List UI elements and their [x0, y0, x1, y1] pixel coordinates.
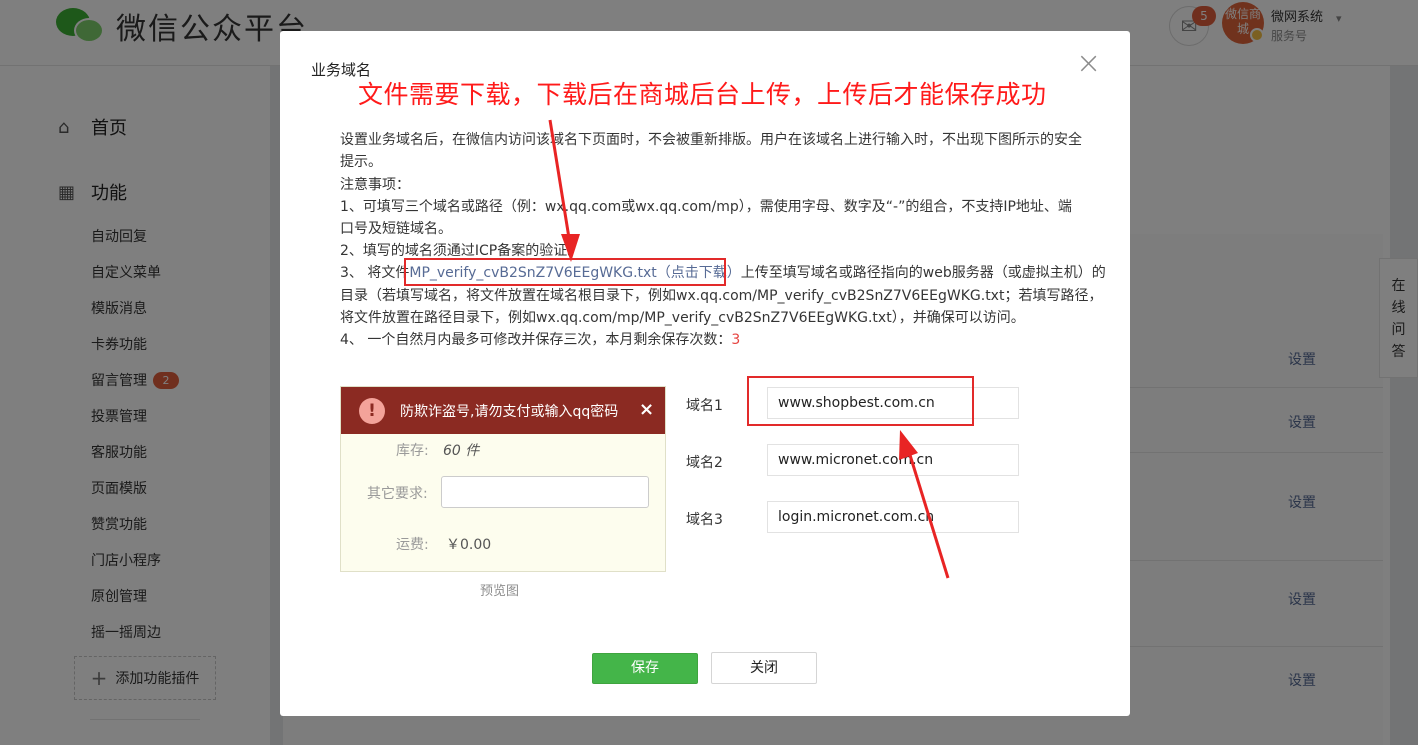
- preview-caption: 预览图: [480, 584, 520, 599]
- description-line: 设置业务域名后，在微信内访问该域名下页面时，不会被重新排版。用户在该域名上进行输…: [340, 132, 1082, 148]
- other-requirements-input: [441, 476, 649, 508]
- description-line: 提示。: [340, 154, 382, 170]
- note3-prefix: 3、 将文件: [340, 265, 410, 281]
- stock-label: 库存:: [396, 443, 429, 459]
- note-line: 4、 一个自然月内最多可修改并保存三次，本月剩余保存次数：3: [340, 329, 1100, 351]
- security-warning-bar: ! 防欺诈盗号,请勿支付或输入qq密码 ×: [341, 387, 665, 434]
- note-line: 目录（若填写域名，将文件放置在域名根目录下，例如wx.qq.com/MP_ver…: [340, 288, 1103, 304]
- domain1-highlight: [747, 376, 974, 426]
- business-domain-dialog: 业务域名 × 文件需要下载，下载后在商城后台上传，上传后才能保存成功 设置业务域…: [280, 31, 1130, 716]
- note-line: 口号及短链域名。: [340, 221, 452, 237]
- notes-title: 注意事项：: [340, 177, 410, 193]
- close-icon[interactable]: ×: [1076, 49, 1101, 79]
- download-link-highlight: [404, 258, 726, 286]
- domain2-input[interactable]: www.micronet.com.cn: [767, 444, 1019, 476]
- note-line: 将文件放置在路径目录下，例如wx.qq.com/mp/MP_verify_cvB…: [340, 310, 1025, 326]
- domain1-label: 域名1: [686, 398, 723, 414]
- close-icon: ×: [639, 399, 655, 420]
- warning-text: 防欺诈盗号,请勿支付或输入qq密码: [400, 403, 619, 420]
- domain3-input[interactable]: login.micronet.com.cn: [767, 501, 1019, 533]
- note3-suffix: 上传至填写域名或路径指向的web服务器（或虚拟主机）的: [740, 265, 1106, 281]
- close-button[interactable]: 关闭: [711, 652, 817, 684]
- note4-text: 4、 一个自然月内最多可修改并保存三次，本月剩余保存次数：: [340, 332, 732, 348]
- stock-value: 60 件: [443, 443, 480, 459]
- note-line: 1、可填写三个域名或路径（例：wx.qq.com或wx.qq.com/mp），需…: [340, 199, 1072, 215]
- red-annotation-text: 文件需要下载，下载后在商城后台上传，上传后才能保存成功: [358, 80, 1047, 109]
- shipping-label: 运费:: [396, 537, 429, 553]
- domain2-label: 域名2: [686, 455, 723, 471]
- save-button[interactable]: 保存: [592, 653, 698, 684]
- warning-icon: !: [359, 397, 385, 424]
- domain3-label: 域名3: [686, 512, 723, 528]
- shipping-value: ￥0.00: [446, 537, 492, 553]
- preview-image: ! 防欺诈盗号,请勿支付或输入qq密码 × 库存: 60 件 其它要求: 运费:…: [340, 386, 666, 572]
- remaining-saves-count: 3: [731, 332, 741, 348]
- other-requirements-label: 其它要求:: [367, 486, 428, 502]
